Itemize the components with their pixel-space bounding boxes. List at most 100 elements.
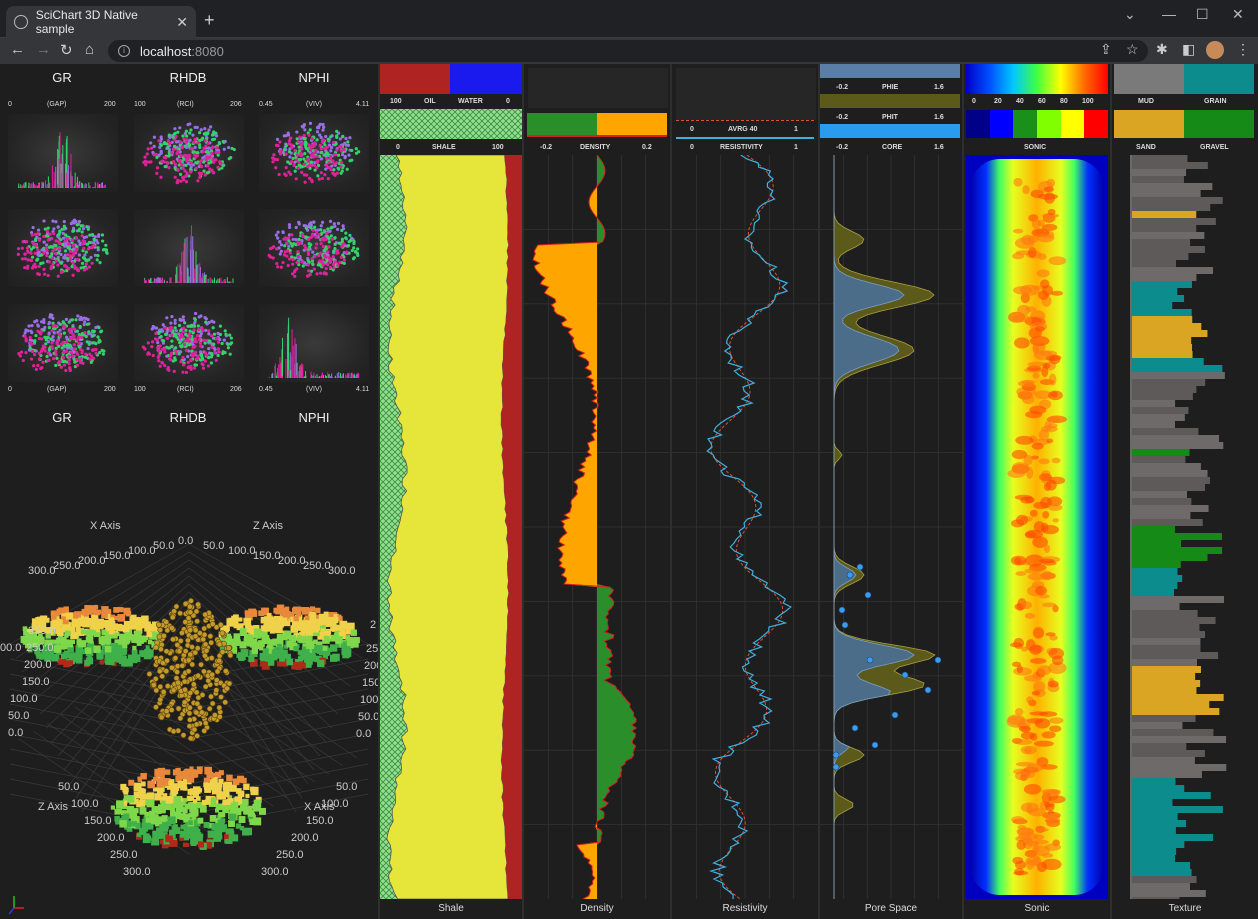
globe-icon — [14, 15, 28, 29]
tick-top: 200.0 — [78, 555, 106, 567]
track-footer-resistivity: Resistivity — [672, 899, 818, 919]
sonic-tick: 40 — [1016, 98, 1024, 105]
track-resistivity[interactable]: 0 AVRG 40 1 0 RESISTIVITY 1 Resistivity — [672, 64, 818, 919]
chart-3d-scatter[interactable]: X Axis Z Axis Z Axis X Axis 300.0250.020… — [0, 504, 378, 919]
url-input[interactable]: i localhost:8080 — [108, 40, 1148, 62]
scatter-cell[interactable] — [8, 209, 118, 287]
matrix-header-nphi: NPHI — [298, 70, 330, 85]
forward-icon[interactable]: → — [36, 41, 51, 58]
url-host: localhost — [140, 43, 192, 59]
scatter-cell[interactable] — [8, 114, 118, 192]
scatter-matrix-panel: GR RHDB NPHI 0 (GAP) 200 100 (RCI) 206 0… — [0, 64, 378, 919]
grain-swatch — [1184, 64, 1254, 94]
extensions-icon[interactable]: ✱ — [1156, 41, 1168, 58]
axis-title-nphi-bottom: (VIV) — [306, 386, 322, 393]
matrix-footer-rhdb: RHDB — [169, 410, 207, 425]
close-tab-icon[interactable]: ✕ — [176, 14, 188, 31]
texture-plot — [1130, 155, 1227, 899]
avg-label: AVRG 40 — [728, 126, 758, 133]
axis-min-rhdb: 100 — [134, 101, 146, 108]
tick-bottom-left: 100.0 — [71, 798, 99, 810]
tick-bottom-left: 250.0 — [110, 849, 138, 861]
core-max: 1.6 — [934, 144, 944, 151]
matrix-footer-nphi: NPHI — [298, 410, 330, 425]
resistivity-max: 1 — [794, 144, 798, 151]
track-pore-space[interactable]: -0.2 PHIE 1.6 -0.2 PHIT 1.6 -0.2 CORE 1.… — [820, 64, 962, 919]
new-tab-button[interactable]: + — [204, 10, 215, 31]
shale-max: 100 — [492, 144, 504, 151]
tick-right: 200 — [364, 660, 378, 672]
maximize-icon[interactable]: ☐ — [1196, 6, 1209, 23]
tab-search-chevron-icon[interactable]: ⌄ — [1124, 6, 1136, 23]
browser-tab[interactable]: SciChart 3D Native sample ✕ — [6, 6, 196, 38]
sonic-label: SONIC — [1024, 144, 1047, 151]
pore-space-plot — [820, 155, 962, 899]
tick-right-cut: 2 — [370, 619, 376, 631]
tick-left: 100.0 — [10, 693, 38, 705]
close-window-icon[interactable]: ✕ — [1232, 6, 1244, 23]
density-orange-swatch — [597, 113, 667, 135]
tick-top: 50.0 — [153, 540, 174, 552]
phit-label: PHIT — [882, 114, 898, 121]
core-legend-swatch — [820, 124, 960, 138]
shale-plot — [380, 155, 522, 899]
phit-max: 1.6 — [934, 114, 944, 121]
tick-bottom-left: 200.0 — [97, 832, 125, 844]
shale-legend-hatch — [380, 109, 522, 139]
matrix-footer-gr: GR — [52, 410, 72, 425]
scatter-cell[interactable] — [259, 304, 369, 382]
side-panel-icon[interactable]: ◧ — [1182, 41, 1195, 58]
home-icon[interactable]: ⌂ — [85, 41, 94, 58]
resistivity-plot — [672, 155, 818, 899]
track-footer-texture: Texture — [1112, 899, 1258, 919]
mud-label: MUD — [1138, 98, 1154, 105]
axis-min-gr-bottom: 0 — [8, 386, 12, 393]
avg-max: 1 — [794, 126, 798, 133]
z-axis-title-bottom: Z Axis — [38, 801, 68, 813]
scatter-cell[interactable] — [134, 304, 244, 382]
core-label: CORE — [882, 144, 903, 151]
tick-left: 250.0 — [26, 642, 54, 654]
scatter-cell[interactable] — [259, 114, 369, 192]
tick-bottom-right: 300.0 — [261, 866, 289, 878]
sand-label: SAND — [1136, 144, 1156, 151]
site-info-icon[interactable]: i — [118, 45, 130, 57]
tick-top: 200.0 — [278, 555, 306, 567]
axis-title-rhdb: (RCI) — [177, 101, 194, 108]
gravel-swatch — [1184, 110, 1254, 138]
tick-bottom-right: 50.0 — [336, 781, 357, 793]
tick-left: 150.0 — [22, 676, 50, 688]
gravel-label: GRAVEL — [1200, 144, 1229, 151]
scatter-cell[interactable] — [259, 209, 369, 287]
track-density[interactable]: -0.2 DENSITY 0.2 Density — [524, 64, 670, 919]
tick-left: 50.0 — [8, 710, 29, 722]
minimize-icon[interactable]: — — [1162, 6, 1176, 22]
axis-min-nphi: 0.45 — [259, 101, 273, 108]
track-shale[interactable]: 100 OIL WATER 0 0 SHALE 100 Shale — [380, 64, 522, 919]
scatter-cell[interactable] — [134, 114, 244, 192]
sonic-tick: 0 — [972, 98, 976, 105]
back-icon[interactable]: ← — [10, 41, 25, 58]
bookmark-star-icon[interactable]: ☆ — [1126, 41, 1139, 58]
tick-left: 200.0 — [24, 659, 52, 671]
reload-icon[interactable]: ↻ — [60, 41, 73, 59]
mud-swatch — [1114, 64, 1184, 94]
menu-kebab-icon[interactable]: ⋮ — [1236, 41, 1250, 58]
tick-top: 50.0 — [203, 540, 224, 552]
axis-max-rhdb-bottom: 206 — [230, 386, 242, 393]
axis-max-rhdb: 206 — [230, 101, 242, 108]
water-label: WATER — [458, 98, 483, 105]
scatter-cell[interactable] — [134, 209, 244, 287]
scatter-cell[interactable] — [8, 304, 118, 382]
tick-left: 0.0 — [8, 727, 23, 739]
sonic-tick: 60 — [1038, 98, 1046, 105]
density-green-swatch — [527, 113, 597, 135]
track-sonic[interactable]: 0 20 40 60 80 100 SONIC Sonic — [964, 64, 1110, 919]
track-texture[interactable]: MUD GRAIN SAND GRAVEL Texture — [1112, 64, 1258, 919]
core-min: -0.2 — [836, 144, 849, 151]
share-icon[interactable]: ⇪ — [1100, 41, 1112, 58]
axis-title-nphi: (VIV) — [306, 101, 322, 108]
url-port: :8080 — [191, 43, 224, 59]
shale-label: SHALE — [432, 144, 456, 151]
profile-avatar[interactable] — [1206, 41, 1224, 59]
